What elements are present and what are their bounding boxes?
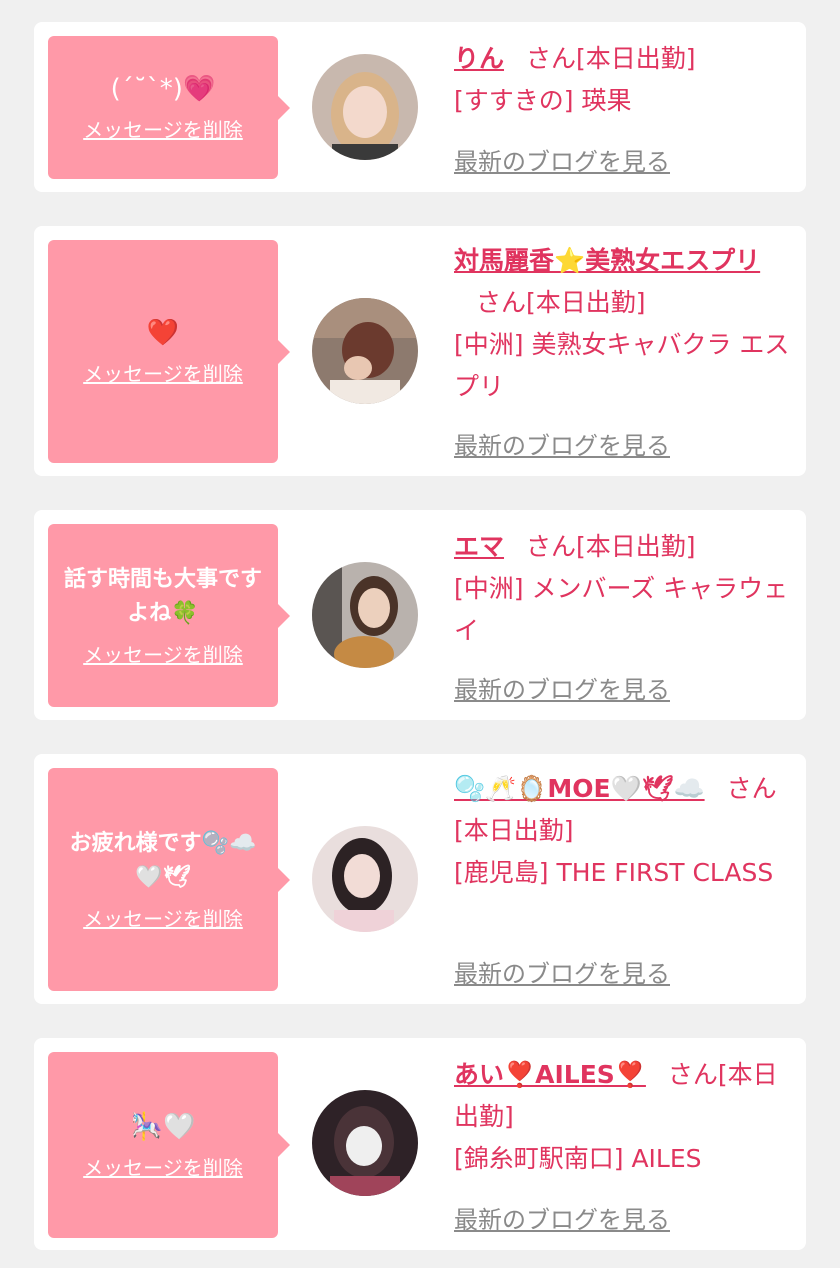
delete-message-link[interactable]: メッセージを削除 [83,639,243,668]
message-text: (ˊ˘ˋ*)💗 [110,74,216,104]
cast-status: さん[本日出勤] [526,44,696,73]
shop-name: [鹿児島] THE FIRST CLASS [454,858,774,887]
cast-name-link[interactable]: あい❣️AILES❣️ [454,1060,646,1089]
message-card: 🎠🤍 メッセージを削除 あい❣️AILES❣️ さん[本日出勤] [錦糸町駅南口]… [34,1038,806,1250]
message-bubble: お疲れ様です🫧☁️🤍🕊 メッセージを削除 [48,768,290,991]
avatar[interactable] [312,562,418,668]
avatar[interactable] [312,826,418,932]
message-card: ❤️ メッセージを削除 対馬麗香⭐美熟女エスプリさん[本日出勤] [中洲] 美熟… [34,226,806,476]
message-card: 話す時間も大事ですよね🍀 メッセージを削除 エマ さん[本日出勤] [中洲] メン… [34,510,806,720]
avatar[interactable] [312,54,418,160]
cast-status: さん[本日出勤] [476,288,646,317]
shop-name: [錦糸町駅南口] AILES [454,1144,702,1173]
delete-message-link[interactable]: メッセージを削除 [83,903,243,932]
message-bubble: 話す時間も大事ですよね🍀 メッセージを削除 [48,524,290,707]
avatar[interactable] [312,1090,418,1196]
message-bubble: 🎠🤍 メッセージを削除 [48,1052,290,1238]
message-card: お疲れ様です🫧☁️🤍🕊 メッセージを削除 🫧🥂🪞MOE🤍🕊☁️ さん[本日出勤] … [34,754,806,1004]
message-bubble: ❤️ メッセージを削除 [48,240,290,463]
cast-name-link[interactable]: りん [454,44,504,73]
message-text: 🎠🤍 [130,1111,196,1142]
message-text: ❤️ [146,318,180,348]
cast-info: りん さん[本日出勤] [すすきの] 瑛果 [454,38,794,122]
avatar[interactable] [312,298,418,404]
cast-name-link[interactable]: 🫧🥂🪞MOE🤍🕊☁️ [454,774,705,803]
message-text: 話す時間も大事ですよね🍀 [63,567,262,626]
message-card: (ˊ˘ˋ*)💗 メッセージを削除 りん さん[本日出勤] [すすきの] 瑛果 最新… [34,22,806,192]
cast-name-link[interactable]: 対馬麗香⭐美熟女エスプリ [454,246,760,275]
shop-name: [すすきの] 瑛果 [454,86,632,115]
cast-info: エマ さん[本日出勤] [中洲] メンバーズ キャラウェイ [454,526,794,652]
latest-blog-link[interactable]: 最新のブログを見る [454,670,670,705]
cast-name-link[interactable]: エマ [454,532,504,561]
latest-blog-link[interactable]: 最新のブログを見る [454,1200,670,1235]
latest-blog-link[interactable]: 最新のブログを見る [454,142,670,177]
latest-blog-link[interactable]: 最新のブログを見る [454,426,670,461]
delete-message-link[interactable]: メッセージを削除 [83,358,243,387]
shop-name: [中洲] メンバーズ キャラウェイ [454,574,789,645]
cast-info: あい❣️AILES❣️ さん[本日出勤] [錦糸町駅南口] AILES [454,1054,794,1180]
shop-name: [中洲] 美熟女キャバクラ エスプリ [454,330,790,401]
latest-blog-link[interactable]: 最新のブログを見る [454,954,670,989]
cast-info: 🫧🥂🪞MOE🤍🕊☁️ さん[本日出勤] [鹿児島] THE FIRST CLASS [454,768,794,894]
delete-message-link[interactable]: メッセージを削除 [83,114,243,143]
message-bubble: (ˊ˘ˋ*)💗 メッセージを削除 [48,36,290,179]
cast-status: さん[本日出勤] [526,532,696,561]
delete-message-link[interactable]: メッセージを削除 [83,1152,243,1181]
message-text: お疲れ様です🫧☁️🤍🕊 [69,831,257,890]
cast-info: 対馬麗香⭐美熟女エスプリさん[本日出勤] [中洲] 美熟女キャバクラ エスプリ [454,240,794,408]
